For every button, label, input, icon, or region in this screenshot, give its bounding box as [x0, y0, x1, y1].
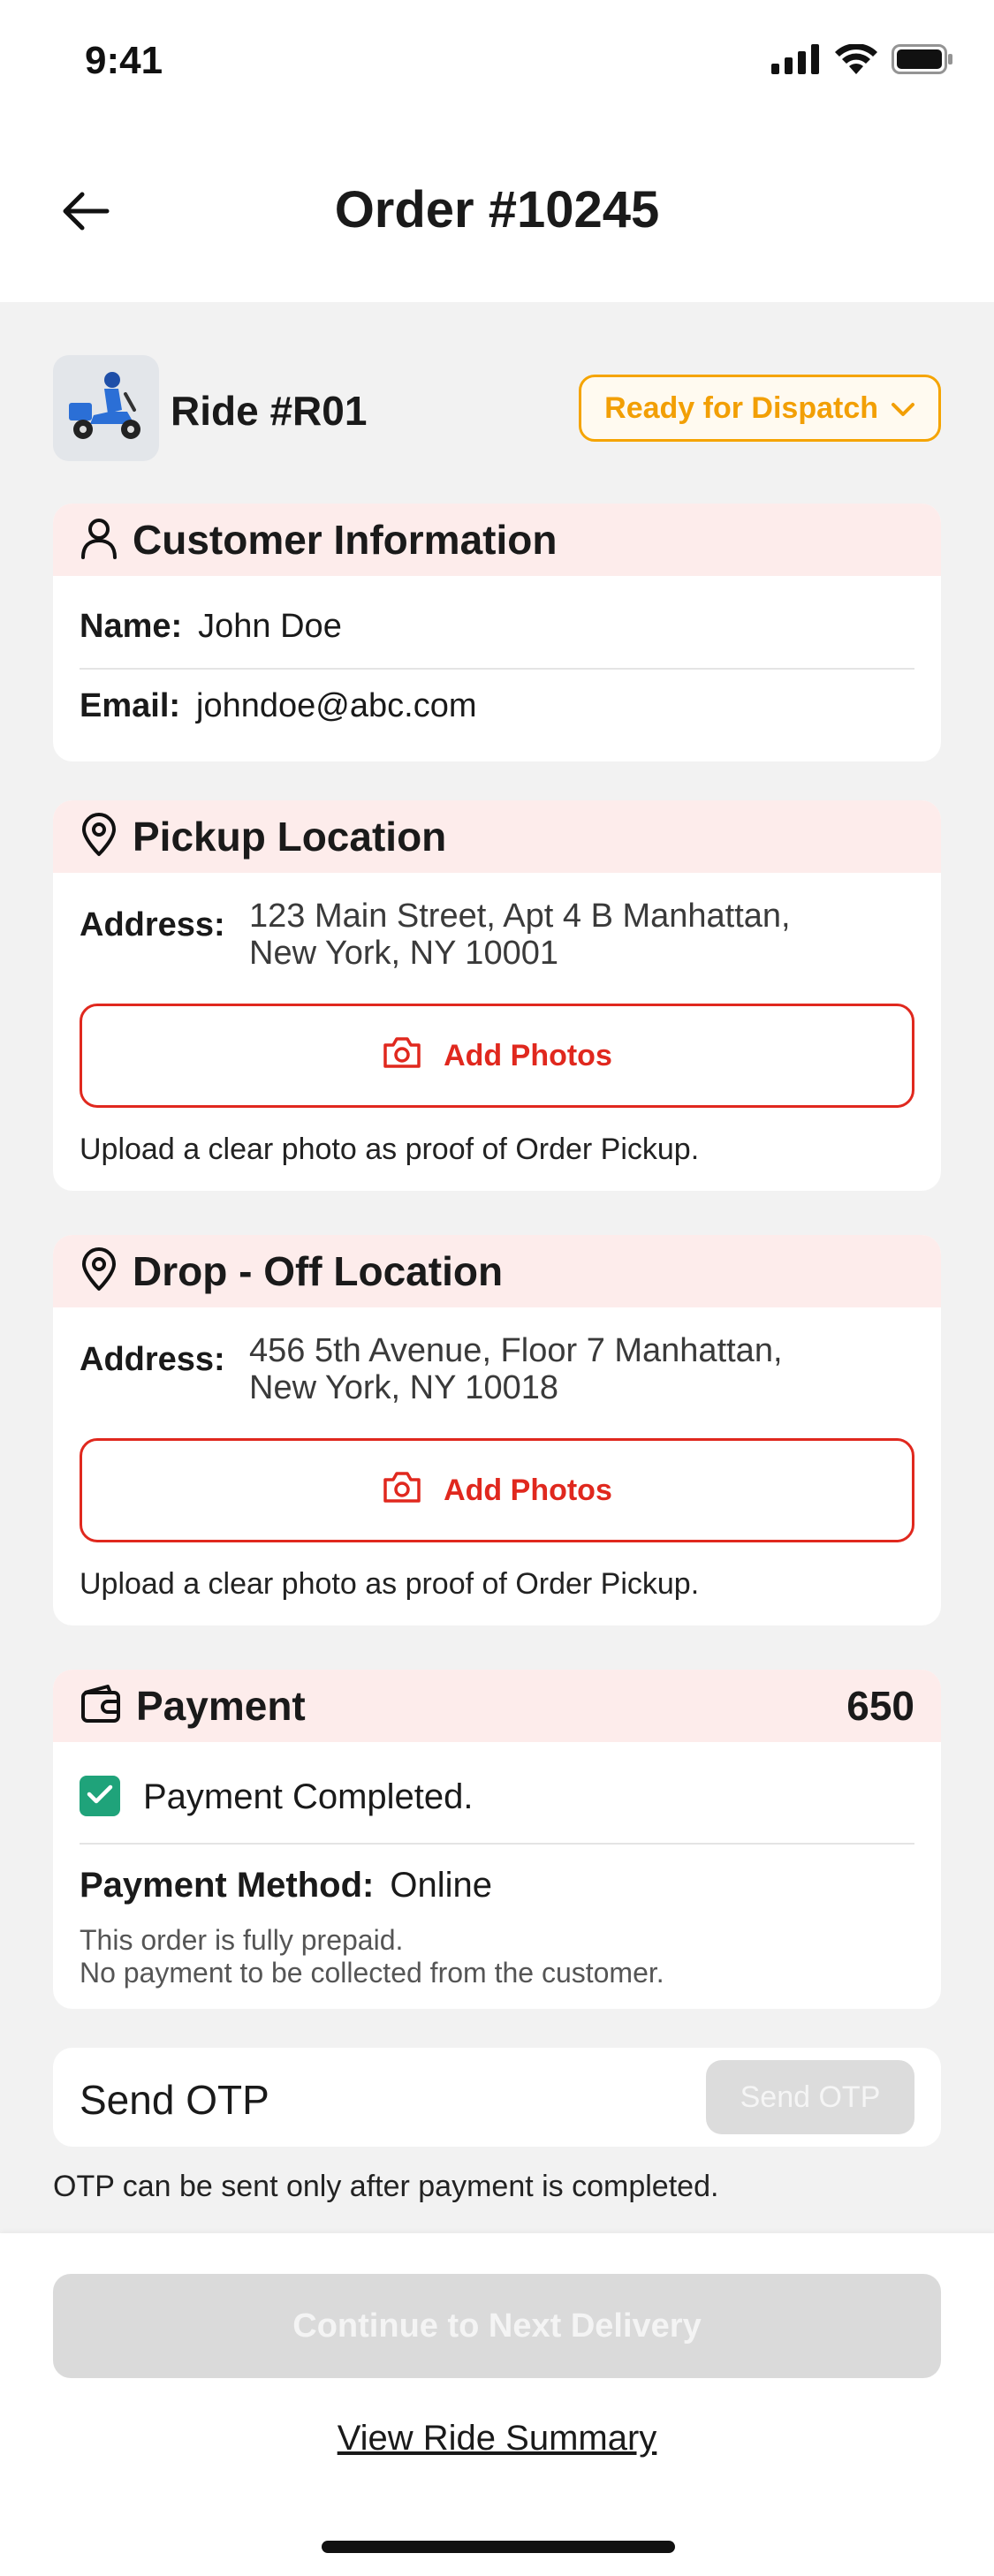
payment-card: Payment 650 Payment Completed. Payment M… [53, 1670, 941, 2009]
dropoff-card-header: Drop - Off Location [53, 1235, 941, 1307]
customer-email-value: johndoe@abc.com [196, 687, 477, 724]
payment-card-title: Payment [136, 1683, 306, 1729]
checkmark-icon [87, 1784, 113, 1809]
dropoff-card-title: Drop - Off Location [133, 1248, 504, 1294]
payment-method-label: Payment Method: [80, 1866, 375, 1905]
location-pin-icon [80, 1246, 118, 1296]
ride-avatar [53, 355, 159, 461]
dropoff-address-line1: 456 5th Avenue, Floor 7 Manhattan, [249, 1332, 783, 1369]
payment-note: This order is fully prepaid. No payment … [80, 1924, 664, 1989]
payment-amount: 650 [846, 1683, 914, 1729]
order-content: Ride #R01 Ready for Dispatch Customer In… [0, 302, 994, 2233]
dropoff-add-photos-button[interactable]: Add Photos [80, 1438, 914, 1542]
dispatch-status-label: Ready for Dispatch [604, 390, 878, 425]
camera-icon [382, 1469, 422, 1512]
payment-note-line1: This order is fully prepaid. [80, 1924, 404, 1956]
payment-status-text: Payment Completed. [143, 1777, 474, 1816]
payment-note-line2: No payment to be collected from the cust… [80, 1957, 664, 1989]
status-bar: 9:41 [0, 0, 994, 124]
pickup-address-line2: New York, NY 10001 [249, 935, 558, 972]
customer-name-row: Name: John Doe [80, 608, 342, 646]
location-pin-icon [80, 812, 118, 861]
bottom-action-bar: Continue to Next Delivery View Ride Summ… [0, 2233, 994, 2576]
camera-icon [382, 1034, 422, 1078]
user-icon [80, 517, 118, 564]
chevron-down-icon [891, 391, 915, 426]
signal-icon [771, 44, 821, 79]
otp-title: Send OTP [80, 2077, 269, 2123]
pickup-photo-hint: Upload a clear photo as proof of Order P… [80, 1133, 700, 1166]
pickup-card: Pickup Location Address: 123 Main Street… [53, 800, 941, 1191]
customer-email-label: Email: [80, 687, 181, 724]
pickup-address-value: 123 Main Street, Apt 4 B Manhattan, New … [249, 898, 903, 972]
payment-card-header: Payment 650 [53, 1670, 941, 1742]
status-icons [771, 43, 953, 79]
dropoff-card: Drop - Off Location Address: 456 5th Ave… [53, 1235, 941, 1625]
dropoff-address-label: Address: [80, 1341, 225, 1378]
dropoff-address-value: 456 5th Avenue, Floor 7 Manhattan, New Y… [249, 1332, 903, 1406]
customer-card-header: Customer Information [53, 504, 941, 576]
otp-card: Send OTP Send OTP [53, 2048, 941, 2147]
customer-divider [80, 668, 914, 670]
customer-name-label: Name: [80, 608, 183, 645]
home-indicator [322, 2541, 675, 2553]
wifi-icon [835, 43, 877, 79]
dropoff-address-line2: New York, NY 10018 [249, 1369, 558, 1406]
scooter-rider-icon [64, 369, 148, 448]
pickup-card-header: Pickup Location [53, 800, 941, 873]
continue-next-delivery-button[interactable]: Continue to Next Delivery [53, 2274, 941, 2378]
payment-completed-checkbox[interactable] [80, 1776, 120, 1816]
dropoff-photo-hint: Upload a clear photo as proof of Order P… [80, 1567, 700, 1601]
status-time: 9:41 [85, 39, 163, 82]
otp-hint: OTP can be sent only after payment is co… [53, 2170, 719, 2203]
customer-card-title: Customer Information [133, 517, 558, 563]
dropoff-add-photos-label: Add Photos [444, 1473, 612, 1507]
ride-label: Ride #R01 [171, 388, 368, 434]
battery-icon [892, 44, 953, 79]
dispatch-status-dropdown[interactable]: Ready for Dispatch [579, 375, 941, 442]
send-otp-button[interactable]: Send OTP [706, 2060, 914, 2134]
payment-divider [80, 1843, 914, 1845]
ride-row: Ride #R01 Ready for Dispatch [53, 355, 941, 463]
customer-card: Customer Information Name: John Doe Emai… [53, 504, 941, 761]
payment-method-value: Online [390, 1866, 492, 1905]
nav-header: Order #10245 [0, 124, 994, 302]
page-title: Order #10245 [334, 181, 660, 239]
pickup-add-photos-label: Add Photos [444, 1038, 612, 1072]
pickup-add-photos-button[interactable]: Add Photos [80, 1004, 914, 1108]
customer-email-row: Email: johndoe@abc.com [80, 687, 476, 725]
wallet-icon [80, 1684, 122, 1729]
payment-method-row: Payment Method: Online [80, 1866, 492, 1905]
pickup-card-title: Pickup Location [133, 814, 447, 860]
view-ride-summary-link[interactable]: View Ride Summary [0, 2419, 994, 2459]
pickup-address-line1: 123 Main Street, Apt 4 B Manhattan, [249, 898, 791, 935]
pickup-address-label: Address: [80, 906, 225, 943]
customer-name-value: John Doe [198, 608, 342, 645]
